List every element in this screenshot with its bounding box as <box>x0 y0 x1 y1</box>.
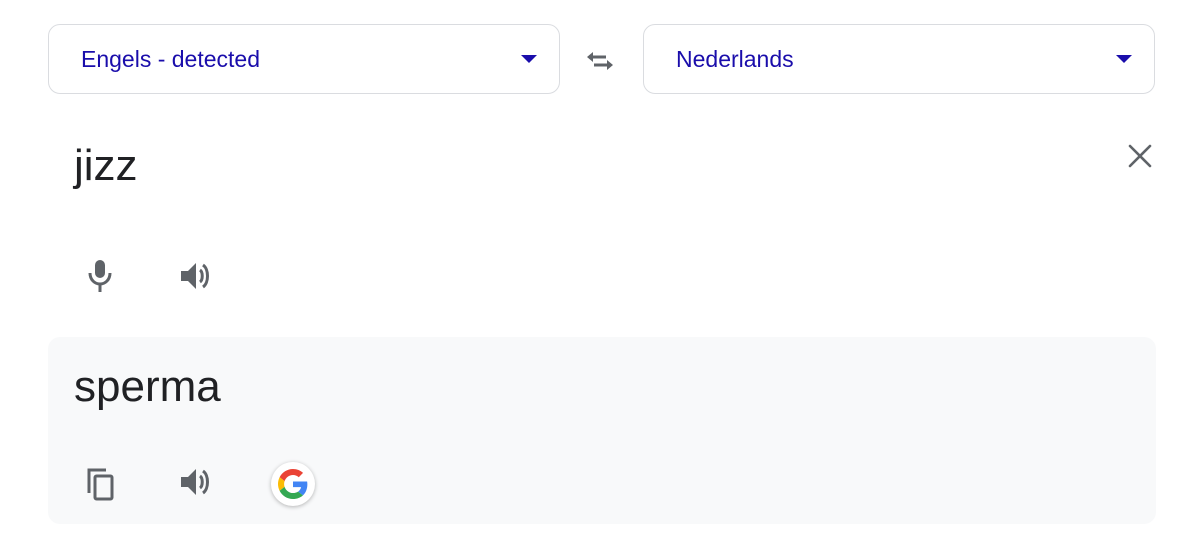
speaker-icon <box>181 469 209 495</box>
target-language-select[interactable]: Nederlands <box>643 24 1155 94</box>
source-language-select[interactable]: Engels - detected <box>48 24 560 94</box>
target-language-label: Nederlands <box>676 45 794 72</box>
google-logo-icon <box>278 469 308 499</box>
microphone-button[interactable] <box>78 254 122 298</box>
copy-button[interactable] <box>78 462 122 506</box>
translation-result-panel: sperma <box>48 337 1156 524</box>
translate-widget: Engels - detected Nederlands jizz sperma <box>0 0 1200 540</box>
result-speak-button[interactable] <box>174 460 218 504</box>
clear-text-button[interactable] <box>1118 134 1162 178</box>
google-search-button[interactable] <box>271 462 315 506</box>
chevron-down-icon <box>521 55 537 63</box>
translated-text: sperma <box>74 362 221 411</box>
swap-languages-button[interactable] <box>578 39 622 83</box>
chevron-down-icon <box>1116 55 1132 63</box>
source-speak-button[interactable] <box>174 254 218 298</box>
microphone-icon <box>88 260 112 292</box>
close-icon <box>1128 144 1152 168</box>
speaker-icon <box>181 263 209 289</box>
source-language-label: Engels - detected <box>81 45 261 72</box>
source-text-input[interactable]: jizz <box>74 140 138 192</box>
copy-icon <box>87 468 114 501</box>
swap-arrows-icon <box>587 52 613 70</box>
